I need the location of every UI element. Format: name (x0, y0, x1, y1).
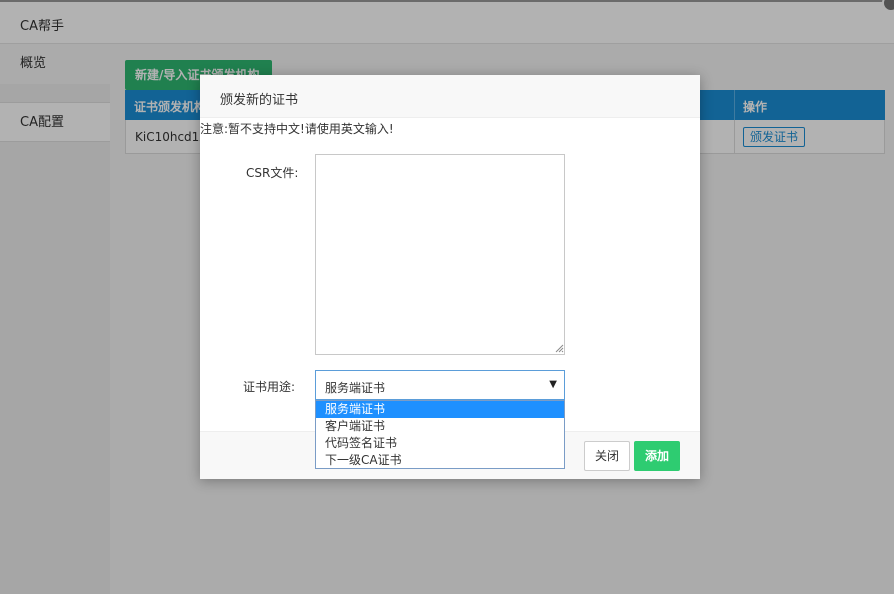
resize-grip-icon[interactable] (554, 343, 564, 353)
english-only-note: 注意:暂不支持中文!请使用英文输入! (200, 122, 394, 136)
csr-textarea[interactable] (315, 154, 565, 355)
usage-option-client[interactable]: 客户端证书 (316, 418, 564, 435)
dialog-header: 颁发新的证书 (200, 75, 700, 118)
close-button[interactable]: 关闭 (584, 441, 630, 471)
usage-label: 证书用途: (243, 380, 296, 394)
usage-select-value: 服务端证书 (325, 381, 386, 395)
usage-option-code-signing[interactable]: 代码签名证书 (316, 435, 564, 452)
dialog-title: 颁发新的证书 (220, 93, 299, 108)
dropdown-arrow-icon: ▼ (549, 379, 557, 390)
usage-select[interactable]: 服务端证书 ▼ (315, 370, 565, 400)
add-button[interactable]: 添加 (634, 441, 680, 471)
usage-dropdown-list: 服务端证书 客户端证书 代码签名证书 下一级CA证书 (315, 400, 565, 469)
csr-label: CSR文件: (246, 166, 299, 180)
usage-option-sub-ca[interactable]: 下一级CA证书 (316, 452, 564, 469)
usage-option-server[interactable]: 服务端证书 (316, 401, 564, 418)
